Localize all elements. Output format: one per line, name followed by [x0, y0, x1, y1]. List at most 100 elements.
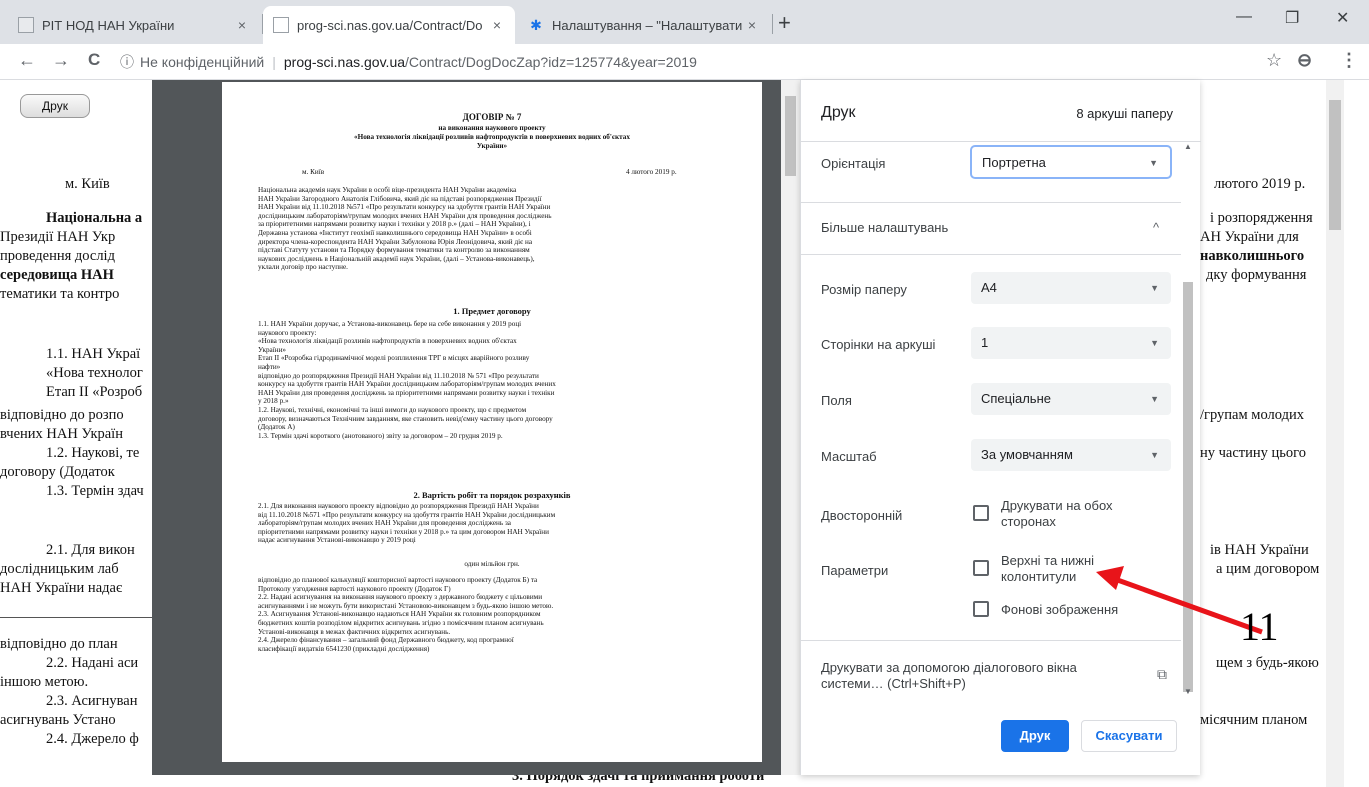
page-text: дку формування	[1206, 267, 1307, 283]
menu-icon[interactable]: ⋮	[1340, 50, 1358, 71]
margins-value: Спеціальне	[981, 391, 1051, 406]
star-icon[interactable]: ☆	[1266, 50, 1282, 71]
new-tab-button[interactable]: +	[778, 10, 791, 36]
page-text: асигнувань Устано	[0, 712, 116, 728]
scroll-down-icon[interactable]: ▼	[1184, 687, 1192, 696]
orientation-select[interactable]: Портретна ▼	[971, 146, 1171, 178]
scrollbar-thumb[interactable]	[785, 96, 796, 176]
preview-sheet: ДОГОВІР № 7 на виконання наукового проек…	[222, 82, 762, 762]
preview-line: 1.3. Термін здачі короткого (анотованого…	[258, 431, 503, 440]
page-text: середовища НАН	[0, 267, 114, 283]
scale-label: Масштаб	[821, 449, 877, 464]
page-text: Президії НАН Укр	[0, 229, 116, 245]
sheet-count: 8 аркуші паперу	[1076, 106, 1173, 121]
page-text: тематики та контро	[0, 286, 120, 302]
orientation-value: Портретна	[982, 155, 1046, 170]
duplex-text-line: сторонах	[1001, 514, 1056, 529]
preview-line: від 11.10.2018 №571 «Про результати конк…	[258, 510, 556, 519]
preview-line: уклали договір про наступне.	[258, 263, 348, 272]
url-path: /Contract/DogDocZap?idz=125774&year=2019	[405, 54, 697, 70]
maximize-button[interactable]: ❐	[1285, 8, 1299, 28]
close-icon[interactable]: ×	[489, 17, 505, 33]
page-text: ну частину цього	[1200, 445, 1306, 461]
forward-icon[interactable]: →	[52, 50, 70, 71]
duplex-text[interactable]: Друкувати на обох сторонах	[1001, 498, 1113, 530]
page-scrollbar[interactable]	[1326, 80, 1344, 787]
cancel-button[interactable]: Скасувати	[1081, 720, 1177, 752]
margins-select[interactable]: Спеціальне ▼	[971, 383, 1171, 415]
tab-rit-nod[interactable]: РІТ НОД НАН України ×	[8, 6, 260, 44]
background-graphics-checkbox[interactable]	[973, 601, 989, 617]
preview-scrollbar[interactable]	[781, 80, 800, 775]
scroll-up-icon[interactable]: ▲	[1184, 142, 1192, 151]
preview-line: 2.3. Асигнування Установі-виконавцю нада…	[258, 610, 541, 619]
preview-line: нафти»	[258, 363, 281, 371]
more-settings-label[interactable]: Більше налаштувань	[821, 220, 948, 235]
headers-footers-checkbox[interactable]	[973, 560, 989, 576]
page-text: 2.1. Для викон	[46, 542, 135, 558]
paper-size-select[interactable]: A4 ▼	[971, 272, 1171, 304]
tab-settings[interactable]: ✱ Налаштування – "Налаштувати ×	[518, 6, 770, 44]
tab-contract[interactable]: prog-sci.nas.gov.ua/Contract/Do ×	[263, 6, 515, 44]
profile-icon[interactable]: ⊖	[1297, 50, 1312, 71]
page-text: 1.1. НАН Украї	[46, 346, 141, 362]
page-text: іншою метою.	[0, 674, 89, 690]
divider	[801, 254, 1181, 255]
preview-line: 2.2. Надані асигнування на виконання нау…	[258, 593, 543, 602]
preview-line: директора члена-кореспондента НАН Україн…	[258, 237, 533, 246]
page-text: Національна а	[46, 210, 143, 226]
reload-icon[interactable]: C	[88, 50, 100, 70]
tab-strip: РІТ НОД НАН України × prog-sci.nas.gov.u…	[0, 0, 1369, 44]
page-text: 1.2. Наукові, те	[46, 445, 140, 461]
preview-subtitle: на виконання наукового проекту	[438, 124, 546, 132]
info-icon[interactable]: ⓘ	[120, 52, 134, 72]
preview-line: асигнуваннями і не можуть бути використа…	[258, 601, 554, 610]
orientation-label: Орієнтація	[821, 156, 886, 171]
preview-section-title: 2. Вартість робіт та порядок розрахунків	[413, 490, 571, 500]
system-dialog-text-line: Друкувати за допомогою діалогового вікна	[821, 660, 1077, 675]
print-button[interactable]: Друк	[1001, 720, 1069, 752]
preview-line: підставі Статуту установи та Порядку фор…	[258, 246, 530, 255]
close-window-button[interactable]: ✕	[1336, 8, 1349, 28]
print-dialog: Друк 8 аркуші паперу Орієнтація Портретн…	[800, 80, 1201, 775]
duplex-checkbox[interactable]	[973, 505, 989, 521]
page-text: а цим договором	[1216, 561, 1320, 577]
page-text: Етап II «Розроб	[46, 384, 143, 400]
page-text: 1.3. Термін здач	[46, 483, 144, 499]
paper-size-label: Розмір паперу	[821, 282, 907, 297]
pages-per-sheet-value: 1	[981, 335, 989, 350]
page-print-button[interactable]: Друк	[20, 94, 90, 118]
dialog-scrollbar[interactable]: ▲ ▼	[1181, 142, 1195, 702]
pages-per-sheet-select[interactable]: 1 ▼	[971, 327, 1171, 359]
scale-select[interactable]: За умовчанням ▼	[971, 439, 1171, 471]
chevron-up-icon[interactable]: ^	[1153, 220, 1159, 235]
preview-line: 2.4. Джерело фінансування – загальний фо…	[258, 636, 514, 645]
open-external-icon[interactable]: ⧉	[1157, 666, 1167, 683]
chevron-down-icon: ▼	[1150, 394, 1159, 404]
preview-line: конкурсу на здобуття грантів НАН України…	[258, 380, 556, 389]
page-text: ів НАН України	[1210, 542, 1309, 558]
background-graphics-text[interactable]: Фонові зображення	[1001, 602, 1118, 618]
page-text: м. Київ	[65, 176, 110, 192]
system-dialog-link[interactable]: Друкувати за допомогою діалогового вікна…	[821, 660, 1077, 692]
scrollbar-thumb[interactable]	[1329, 100, 1341, 230]
divider	[801, 202, 1181, 203]
security-label[interactable]: Не конфіденційний	[140, 54, 264, 70]
scrollbar-thumb[interactable]	[1183, 282, 1193, 692]
annotation-number: 11	[1240, 604, 1279, 649]
address-bar[interactable]: ⓘ Не конфіденційний | prog-sci.nas.gov.u…	[120, 48, 1255, 76]
page-text: /групам молодих	[1200, 407, 1304, 423]
back-icon[interactable]: ←	[18, 50, 36, 71]
preview-date: 4 лютого 2019 р.	[626, 168, 677, 176]
page-text: договору (Додаток	[0, 464, 115, 480]
page-icon	[273, 17, 289, 33]
minimize-button[interactable]: —	[1236, 8, 1252, 26]
preview-line: лабораторіям/групам молодих вчених НАН У…	[258, 519, 511, 528]
headers-footers-text[interactable]: Верхні та нижні колонтитули	[1001, 553, 1094, 585]
close-icon[interactable]: ×	[744, 17, 760, 33]
close-icon[interactable]: ×	[234, 17, 250, 33]
preview-line: НАН України для проведення досліджень за…	[258, 388, 555, 397]
print-dialog-header: Друк 8 аркуші паперу	[801, 80, 1201, 142]
divider	[801, 640, 1181, 641]
preview-amount: один мільйон грн.	[464, 560, 520, 568]
